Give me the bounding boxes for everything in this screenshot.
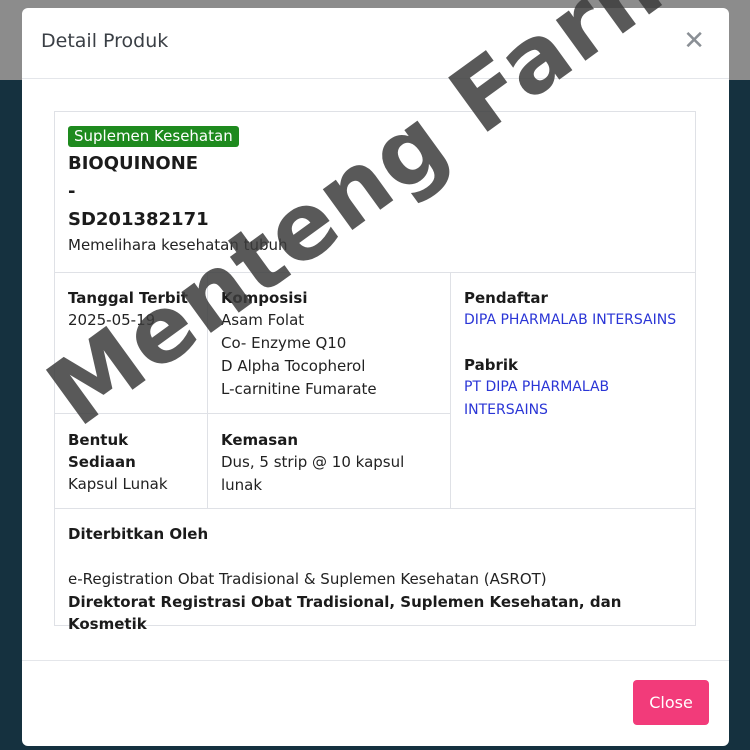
diterbitkan-directorate: Direktorat Registrasi Obat Tradisional, … — [68, 593, 622, 633]
close-icon[interactable]: ✕ — [683, 28, 705, 54]
tanggal-label: Tanggal Terbit — [68, 289, 188, 307]
tanggal-value: 2025-05-19 — [68, 311, 156, 329]
cell-bentuk-sediaan: Bentuk Sediaan Kapsul Lunak — [55, 414, 208, 509]
kemasan-value: Dus, 5 strip @ 10 kapsul lunak — [221, 453, 405, 494]
diterbitkan-label: Diterbitkan Oleh — [68, 525, 209, 543]
modal-header: Detail Produk ✕ — [22, 8, 729, 79]
pabrik-label: Pabrik — [464, 356, 518, 374]
bentuk-value: Kapsul Lunak — [68, 475, 168, 493]
pabrik-link[interactable]: PT DIPA PHARMALAB INTERSAINS — [464, 376, 682, 422]
komposisi-item: L-carnitine Fumarate — [221, 380, 377, 398]
komposisi-label: Komposisi — [221, 289, 308, 307]
product-name-separator: - — [68, 181, 76, 202]
category-badge: Suplemen Kesehatan — [68, 126, 239, 147]
diterbitkan-value: e-Registration Obat Tradisional & Suplem… — [68, 570, 547, 588]
product-card: Suplemen Kesehatan BIOQUINONE - SD201382… — [54, 111, 696, 633]
cell-kemasan: Kemasan Dus, 5 strip @ 10 kapsul lunak — [208, 414, 451, 509]
modal-title: Detail Produk — [41, 30, 169, 52]
pendaftar-label: Pendaftar — [464, 289, 548, 307]
komposisi-item: D Alpha Tocopherol — [221, 357, 366, 375]
pendaftar-link[interactable]: DIPA PHARMALAB INTERSAINS — [464, 309, 682, 332]
cell-pendaftar-pabrik: Pendaftar DIPA PHARMALAB INTERSAINS Pabr… — [451, 272, 695, 509]
product-name: BIOQUINONE - SD201382171 — [68, 150, 368, 234]
product-detail-modal: Detail Produk ✕ Suplemen Kesehatan BIOQU… — [22, 8, 729, 746]
modal-footer: Close — [22, 660, 729, 746]
cell-komposisi: Komposisi Asam Folat Co- Enzyme Q10 D Al… — [208, 272, 451, 414]
bentuk-label: Bentuk Sediaan — [68, 431, 136, 471]
cell-tanggal-terbit: Tanggal Terbit 2025-05-19 — [55, 272, 208, 414]
close-button[interactable]: Close — [633, 680, 709, 725]
product-description: Memelihara kesehatan tubuh — [68, 236, 288, 254]
product-name-line: BIOQUINONE — [68, 153, 199, 174]
registration-number: SD201382171 — [68, 209, 209, 230]
product-summary: Suplemen Kesehatan BIOQUINONE - SD201382… — [55, 112, 695, 273]
komposisi-item: Asam Folat — [221, 311, 305, 329]
komposisi-item: Co- Enzyme Q10 — [221, 334, 347, 352]
cell-diterbitkan-oleh: Diterbitkan Oleh e-Registration Obat Tra… — [55, 509, 695, 633]
kemasan-label: Kemasan — [221, 431, 299, 449]
